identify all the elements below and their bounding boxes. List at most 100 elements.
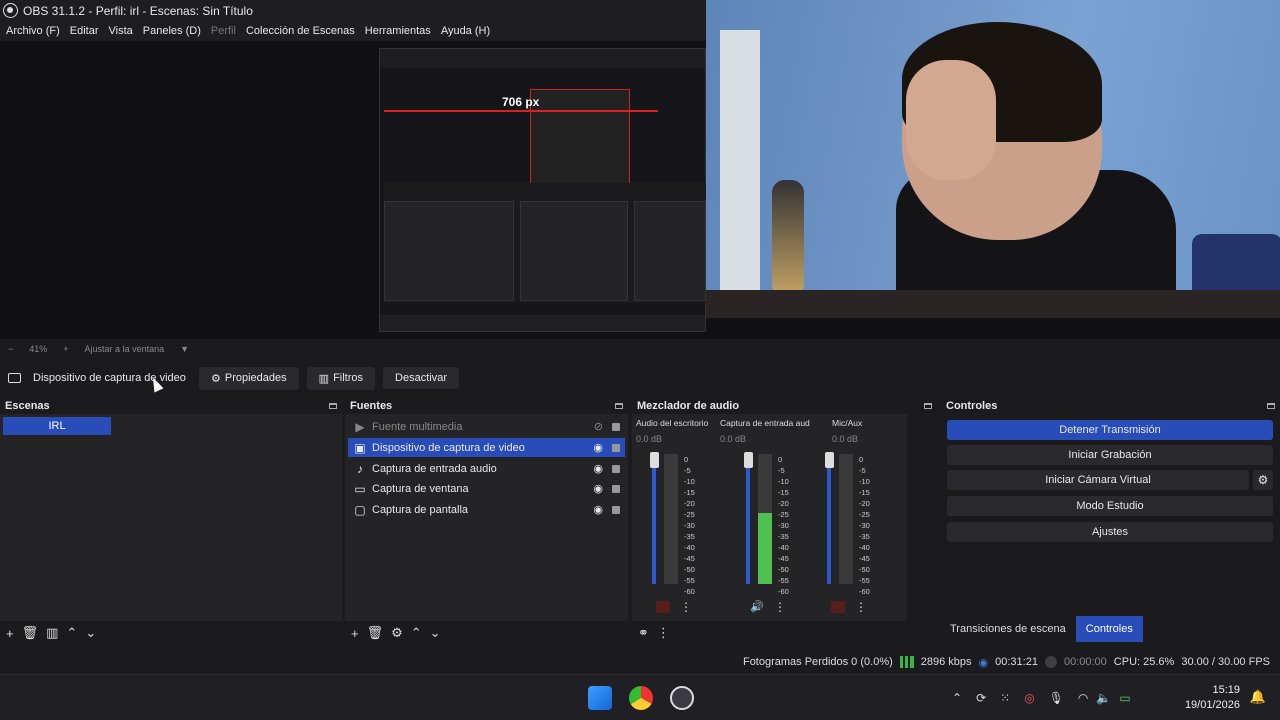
obs-window: OBS 31.1.2 - Perfil: irl - Escenas: Sin … <box>0 0 1280 720</box>
menu-herramientas[interactable]: Herramientas <box>365 25 431 37</box>
scale-tick: -25 <box>778 510 789 519</box>
mixer-channel-desktop: Audio del escritorio 0.0 dB <box>636 418 708 444</box>
eye-icon[interactable]: ◉ <box>593 482 603 495</box>
chevron-down-icon[interactable]: ⌄ <box>430 625 441 641</box>
menu-coleccion-escenas[interactable]: Colección de Escenas <box>246 25 355 37</box>
tab-scene-transitions[interactable]: Transiciones de escena <box>940 616 1076 642</box>
more-options-icon[interactable]: ⋮ <box>680 600 692 614</box>
zoom-in-button[interactable]: + <box>63 344 68 354</box>
menu-vista[interactable]: Vista <box>109 25 133 37</box>
lock-icon[interactable] <box>612 464 620 473</box>
menu-paneles[interactable]: Paneles (D) <box>143 25 201 37</box>
source-item[interactable]: ▶ Fuente multimedia ⊘ <box>348 417 625 436</box>
measure-line <box>384 110 658 112</box>
source-item[interactable]: ▭ Captura de ventana ◉ <box>348 479 625 498</box>
mute-icon[interactable] <box>656 601 670 613</box>
volume-fader[interactable] <box>746 454 750 584</box>
wifi-icon[interactable]: ◠ <box>1078 691 1088 705</box>
channel-db: 0.0 dB <box>636 434 663 444</box>
controls-dock: Controles Detener Transmisión Iniciar Gr… <box>941 397 1280 617</box>
sync-icon[interactable]: ⟳ <box>976 691 986 705</box>
dock-tabs: Transiciones de escena Controles <box>940 616 1280 642</box>
chrome-icon[interactable] <box>629 686 653 710</box>
start-virtual-cam-button[interactable]: Iniciar Cámara Virtual <box>947 470 1249 490</box>
zoom-out-button[interactable]: − <box>8 344 13 354</box>
start-recording-button[interactable]: Iniciar Grabación <box>947 445 1273 465</box>
undock-icon[interactable] <box>924 402 932 409</box>
undock-icon[interactable] <box>615 402 623 409</box>
tab-controls[interactable]: Controles <box>1075 616 1143 642</box>
eye-icon[interactable]: ◉ <box>593 503 603 516</box>
source-item[interactable]: ▢ Captura de pantalla ◉ <box>348 500 625 519</box>
filters-button[interactable]: ▥ Filtros <box>306 366 376 390</box>
menu-ayuda[interactable]: Ayuda (H) <box>441 25 490 37</box>
gear-icon[interactable]: ⚙ <box>391 625 403 641</box>
battery-icon[interactable]: ▭ <box>1119 691 1130 705</box>
more-options-icon[interactable]: ⋮ <box>855 600 867 614</box>
eye-icon[interactable]: ◉ <box>593 462 603 475</box>
chevron-up-icon[interactable]: ⌃ <box>66 625 77 641</box>
properties-label: Propiedades <box>224 372 287 384</box>
add-icon[interactable]: + <box>351 626 359 641</box>
lock-icon[interactable] <box>612 422 620 431</box>
more-options-icon[interactable]: ⋮ <box>774 600 786 614</box>
more-options-icon[interactable]: ⋮ <box>657 625 670 641</box>
studio-mode-button[interactable]: Modo Estudio <box>947 496 1273 516</box>
speaker-icon[interactable]: 🔊 <box>750 600 764 613</box>
source-item[interactable]: ♪ Captura de entrada audio ◉ <box>348 459 625 478</box>
notification-icon[interactable]: 🔔 <box>1250 689 1266 705</box>
gear-icon: ⚙ <box>211 372 221 385</box>
eye-hidden-icon[interactable]: ⊘ <box>594 420 603 433</box>
scene-item-irl[interactable]: IRL <box>3 417 111 435</box>
menu-editar[interactable]: Editar <box>70 25 99 37</box>
volume-fader[interactable] <box>827 454 831 584</box>
scenes-footer: + 🗑 ▥ ⌃ ⌄ <box>0 621 342 645</box>
lock-icon[interactable] <box>612 484 620 493</box>
trash-icon[interactable]: 🗑 <box>22 625 39 641</box>
monitor-icon: ▢ <box>354 502 366 517</box>
link-icon[interactable]: ⚭ <box>638 625 649 641</box>
deactivate-button[interactable]: Desactivar <box>383 367 459 389</box>
channel-db: 0.0 dB <box>720 434 747 444</box>
chevron-up-icon[interactable]: ⌃ <box>952 691 962 705</box>
scale-tick: -50 <box>859 565 870 574</box>
chevron-down-icon[interactable]: ⌄ <box>85 625 96 641</box>
sources-title: Fuentes <box>350 399 393 412</box>
measure-label: 706 px <box>502 95 540 109</box>
app-tray-icon[interactable]: ◎ <box>1024 691 1034 705</box>
menu-archivo[interactable]: Archivo (F) <box>6 25 60 37</box>
trash-icon[interactable]: 🗑 <box>367 625 384 641</box>
add-icon[interactable]: + <box>6 626 14 641</box>
eye-icon[interactable]: ◉ <box>593 441 603 454</box>
mixer-footer: ⚭ ⋮ <box>632 621 937 645</box>
stop-stream-button[interactable]: Detener Transmisión <box>947 420 1273 440</box>
scale-tick: -55 <box>778 576 789 585</box>
properties-button[interactable]: ⚙ Propiedades <box>199 366 299 390</box>
fader-handle[interactable] <box>650 452 659 468</box>
filter-icon[interactable]: ▥ <box>46 625 58 641</box>
settings-button[interactable]: Ajustes <box>947 522 1273 542</box>
chevron-up-icon[interactable]: ⌃ <box>411 625 422 641</box>
grid-icon[interactable]: ⁙ <box>1000 691 1010 705</box>
microphone-icon[interactable]: 🎙 <box>1049 691 1064 705</box>
taskbar-clock[interactable]: 15:19 19/01/2026 <box>1185 683 1240 713</box>
volume-fader[interactable] <box>652 454 656 584</box>
nested-sources-panel <box>520 201 628 301</box>
chevron-down-icon[interactable]: ▼ <box>180 344 189 354</box>
lock-icon[interactable] <box>612 443 620 452</box>
mute-icon[interactable] <box>831 601 845 613</box>
menu-perfil[interactable]: Perfil <box>211 25 236 37</box>
lock-icon[interactable] <box>612 505 620 514</box>
fit-window-dropdown[interactable]: Ajustar a la ventana <box>85 344 165 354</box>
speaker-icon[interactable]: 🔈 <box>1096 691 1111 705</box>
obs-icon[interactable] <box>670 686 694 710</box>
fader-handle[interactable] <box>825 452 834 468</box>
undock-icon[interactable] <box>329 402 337 409</box>
fader-handle[interactable] <box>744 452 753 468</box>
windows-start-icon[interactable] <box>588 686 612 710</box>
source-item[interactable]: ▣ Dispositivo de captura de video ◉ <box>348 438 625 457</box>
undock-icon[interactable] <box>1267 402 1275 409</box>
scenes-header: Escenas <box>0 397 342 414</box>
scale-tick: -50 <box>778 565 789 574</box>
virtual-cam-settings-button[interactable]: ⚙ <box>1253 470 1273 490</box>
